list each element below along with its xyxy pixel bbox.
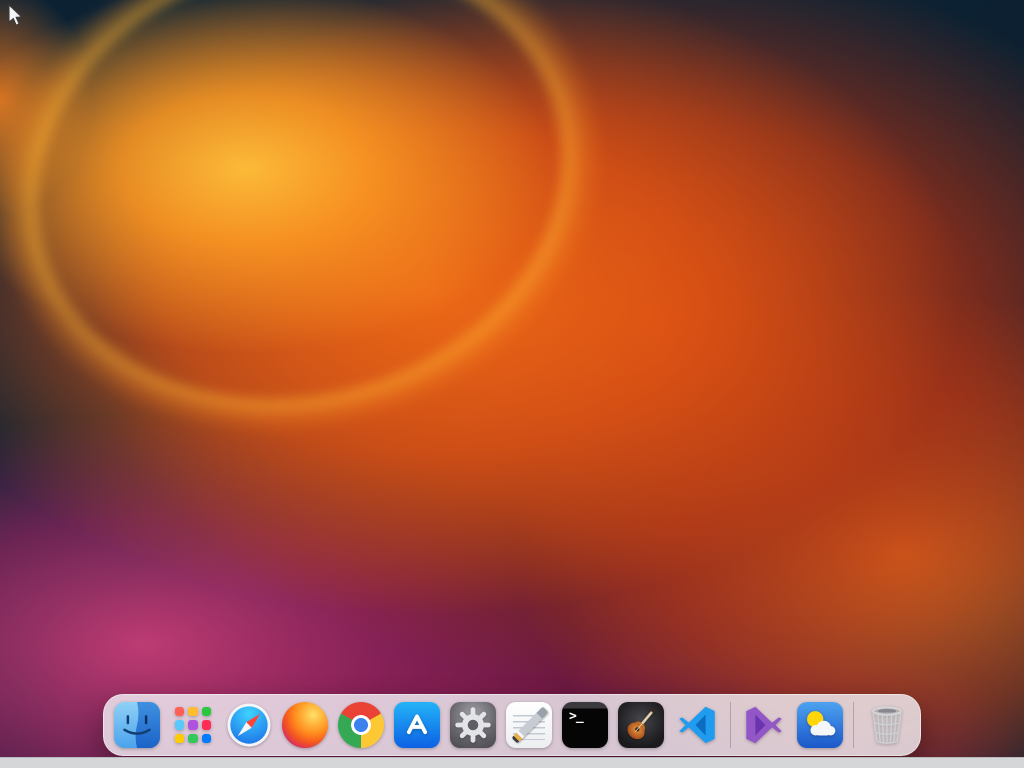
gear-icon xyxy=(450,702,496,748)
dock-item-finder[interactable] xyxy=(114,702,160,748)
dock-item-launchpad[interactable] xyxy=(170,702,216,748)
launchpad-dot xyxy=(175,720,185,730)
firefox-icon xyxy=(282,702,328,748)
guitar-icon xyxy=(618,702,664,748)
dock-item-terminal[interactable]: >_ xyxy=(562,702,608,748)
trash-icon xyxy=(872,706,902,744)
app-store-icon xyxy=(394,702,440,748)
launchpad-dot xyxy=(188,733,198,743)
launchpad-dot xyxy=(201,733,211,743)
dock-item-visual-studio[interactable] xyxy=(741,702,787,748)
finder-icon xyxy=(114,702,160,748)
textedit-icon xyxy=(506,702,552,748)
dock-item-app-store[interactable] xyxy=(394,702,440,748)
vscode-icon xyxy=(679,706,715,744)
dock-separator xyxy=(853,702,854,748)
launchpad-dot xyxy=(175,707,185,717)
dock-item-textedit[interactable] xyxy=(506,702,552,748)
sun-cloud-icon xyxy=(797,702,843,748)
dock-item-garageband[interactable] xyxy=(618,702,664,748)
chrome-icon xyxy=(338,702,384,748)
dock-item-firefox[interactable] xyxy=(282,702,328,748)
dock-item-chrome[interactable] xyxy=(338,702,384,748)
dock-item-weather[interactable] xyxy=(797,702,843,748)
launchpad-dot xyxy=(201,707,211,717)
safari-icon xyxy=(227,703,271,747)
dock-item-trash[interactable] xyxy=(864,702,910,748)
wallpaper-petal-highlight xyxy=(0,0,677,514)
dock-separator xyxy=(730,702,731,748)
terminal-icon: >_ xyxy=(562,702,608,748)
desktop: >_ xyxy=(0,0,1024,768)
launchpad-icon xyxy=(170,702,216,748)
launchpad-dot xyxy=(188,720,198,730)
dock-item-safari[interactable] xyxy=(226,702,272,748)
launchpad-dot xyxy=(188,707,198,717)
launchpad-dot xyxy=(175,733,185,743)
dock-item-vscode[interactable] xyxy=(674,702,720,748)
dock: >_ xyxy=(103,694,921,756)
dock-item-system-settings[interactable] xyxy=(450,702,496,748)
wallpaper xyxy=(0,0,1024,768)
launchpad-dot xyxy=(201,720,211,730)
screen-bottom-edge xyxy=(0,757,1024,768)
terminal-prompt-glyph: >_ xyxy=(569,709,584,724)
visual-studio-icon xyxy=(746,706,782,744)
